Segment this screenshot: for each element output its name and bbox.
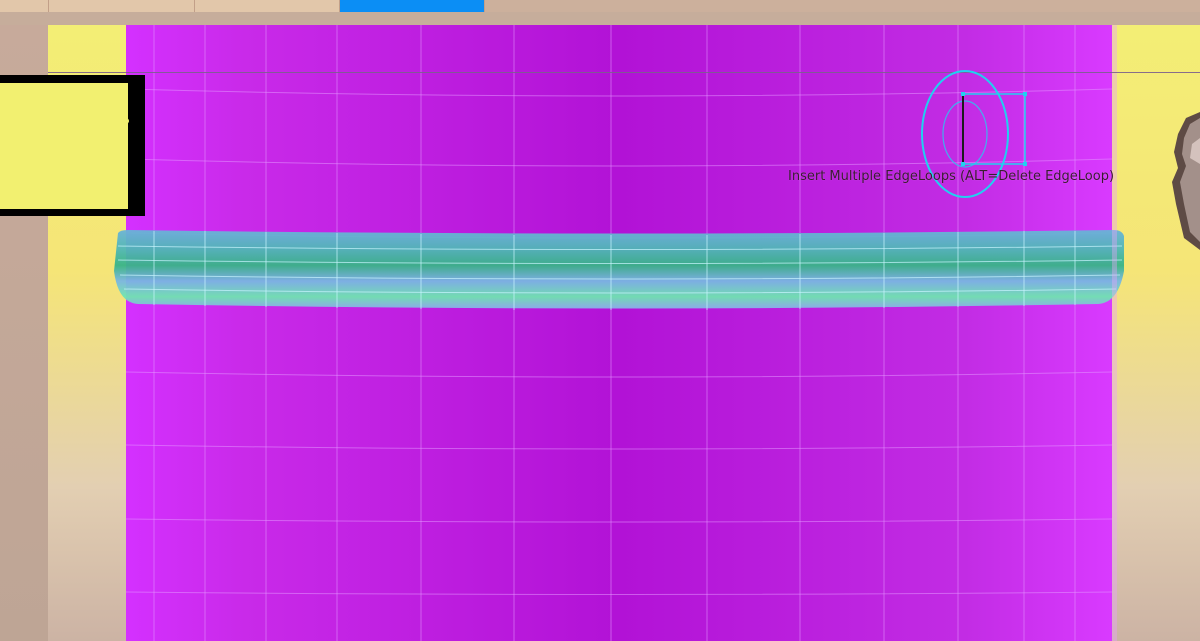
tool-tooltip: Insert Multiple EdgeLoops (ALT=Delete Ed… bbox=[788, 169, 1115, 184]
tab-2[interactable] bbox=[49, 0, 195, 12]
tab-3[interactable] bbox=[195, 0, 340, 12]
tab-1[interactable] bbox=[0, 0, 49, 12]
thumbnail-canvas bbox=[0, 83, 128, 209]
navigation-thumbnail[interactable] bbox=[0, 75, 145, 216]
head-figure-icon bbox=[1172, 112, 1200, 250]
toolbar-strip bbox=[0, 12, 1200, 25]
tab-active[interactable] bbox=[340, 0, 485, 12]
thumbnail-marker bbox=[123, 118, 129, 124]
